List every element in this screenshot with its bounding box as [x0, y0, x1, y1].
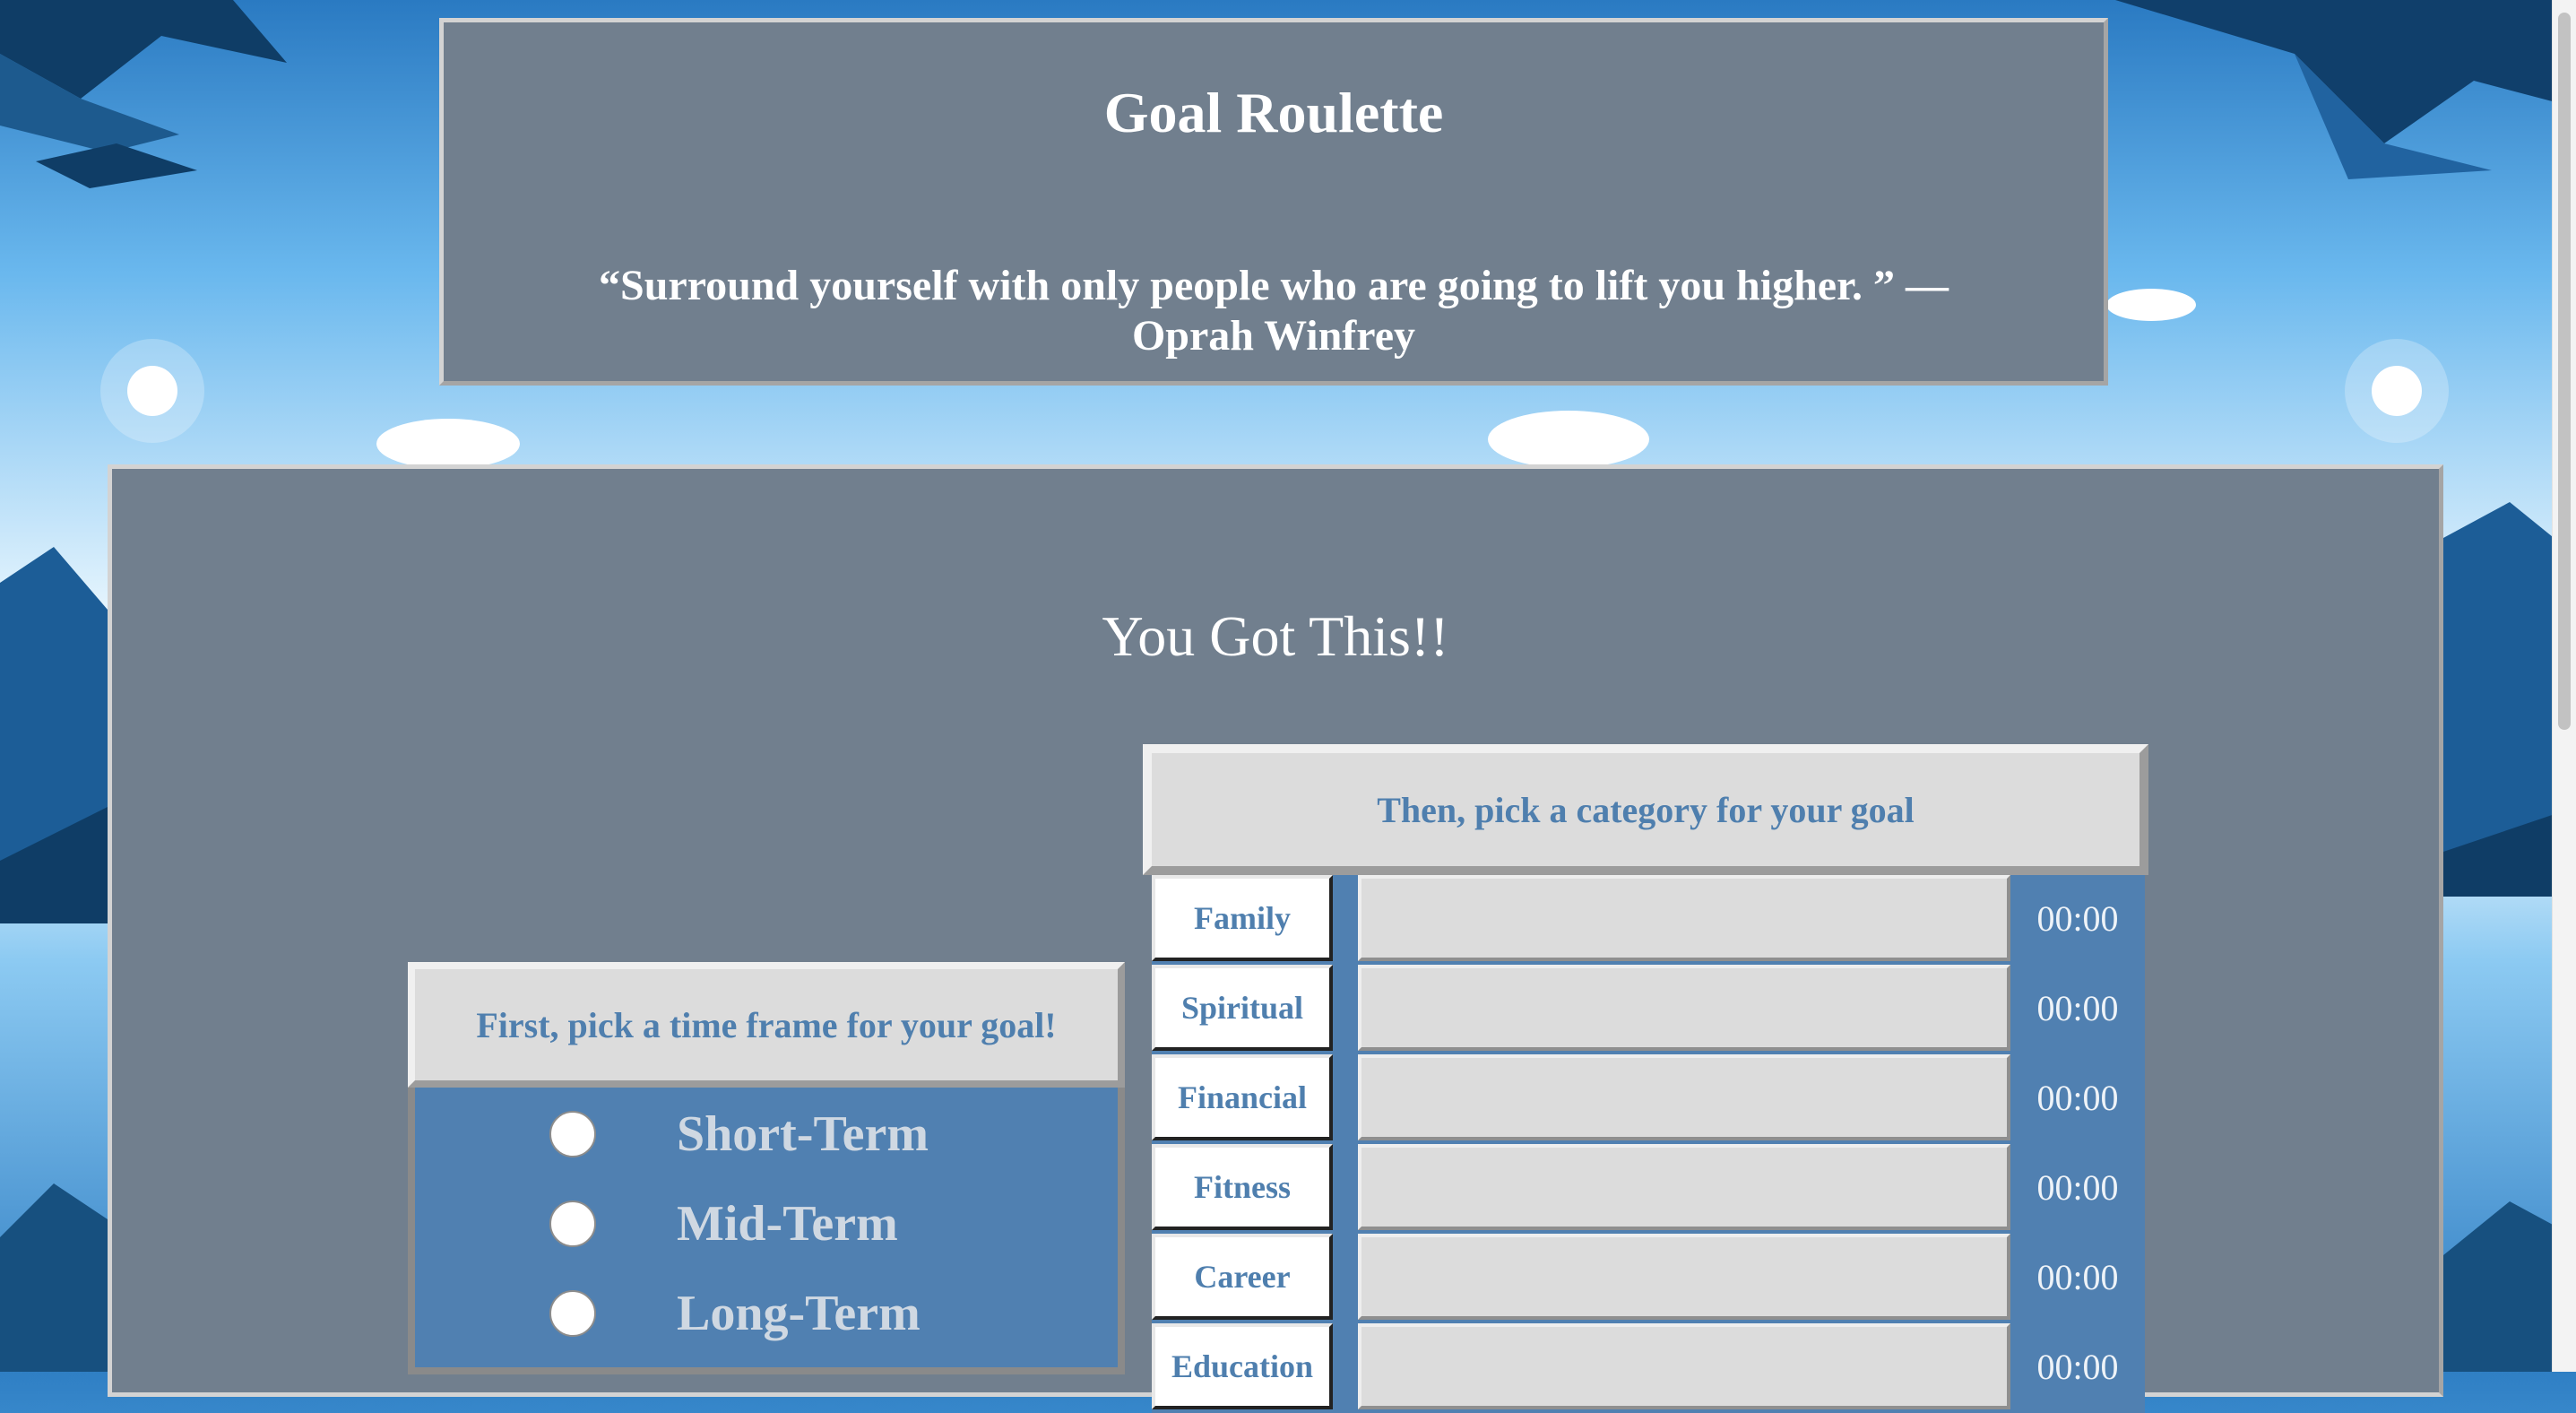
fitness-goal-field[interactable]: [1358, 1144, 2010, 1230]
long-term-radio[interactable]: [549, 1290, 596, 1337]
career-category-button[interactable]: Career: [1152, 1234, 1333, 1320]
financial-timer: 00:00: [2036, 1077, 2119, 1118]
education-category-button[interactable]: Education: [1152, 1323, 1333, 1409]
category-row-family: Family 00:00: [1152, 875, 2145, 965]
page-scrollbar[interactable]: [2552, 0, 2576, 1372]
motto-heading: You Got This!!: [1102, 604, 1449, 668]
main-panel: You Got This!! First, pick a time frame …: [108, 464, 2443, 1413]
category-row-fitness: Fitness 00:00: [1152, 1144, 2145, 1234]
timeframe-heading: First, pick a time frame for your goal!: [408, 962, 1125, 1088]
category-row-spiritual: Spiritual 00:00: [1152, 965, 2145, 1054]
category-row-career: Career 00:00: [1152, 1234, 2145, 1323]
short-term-label[interactable]: Short-Term: [677, 1105, 929, 1163]
mid-term-radio[interactable]: [549, 1201, 596, 1247]
financial-goal-field[interactable]: [1358, 1054, 2010, 1140]
spiritual-category-button[interactable]: Spiritual: [1152, 965, 1333, 1051]
timeframe-option-mid-term[interactable]: Mid-Term: [549, 1192, 898, 1255]
category-row-financial: Financial 00:00: [1152, 1054, 2145, 1144]
scrollbar-thumb[interactable]: [2558, 13, 2571, 730]
inspirational-quote: “Surround yourself with only people who …: [599, 262, 1949, 360]
fitness-timer: 00:00: [2036, 1166, 2119, 1208]
category-list: Family 00:00 Spiritual 00:00 Financial 0…: [1152, 875, 2145, 1413]
spiritual-goal-field[interactable]: [1358, 965, 2010, 1051]
timeframe-option-long-term[interactable]: Long-Term: [549, 1282, 921, 1345]
career-timer: 00:00: [2036, 1256, 2119, 1297]
family-category-button[interactable]: Family: [1152, 875, 1333, 961]
header-panel: Goal Roulette “Surround yourself with on…: [439, 18, 2108, 386]
family-timer: 00:00: [2036, 897, 2119, 939]
long-term-label[interactable]: Long-Term: [677, 1285, 921, 1342]
category-heading: Then, pick a category for your goal: [1143, 744, 2148, 875]
financial-category-button[interactable]: Financial: [1152, 1054, 1333, 1140]
family-goal-field[interactable]: [1358, 875, 2010, 961]
app-title: Goal Roulette: [1103, 81, 1444, 144]
mid-term-label[interactable]: Mid-Term: [677, 1195, 898, 1253]
timeframe-option-short-term[interactable]: Short-Term: [549, 1103, 929, 1166]
spiritual-timer: 00:00: [2036, 987, 2119, 1028]
career-goal-field[interactable]: [1358, 1234, 2010, 1320]
education-goal-field[interactable]: [1358, 1323, 2010, 1409]
timeframe-options: Short-Term Mid-Term Long-Term: [408, 1088, 1125, 1374]
education-timer: 00:00: [2036, 1346, 2119, 1387]
fitness-category-button[interactable]: Fitness: [1152, 1144, 1333, 1230]
short-term-radio[interactable]: [549, 1111, 596, 1157]
category-row-education: Education 00:00: [1152, 1323, 2145, 1413]
